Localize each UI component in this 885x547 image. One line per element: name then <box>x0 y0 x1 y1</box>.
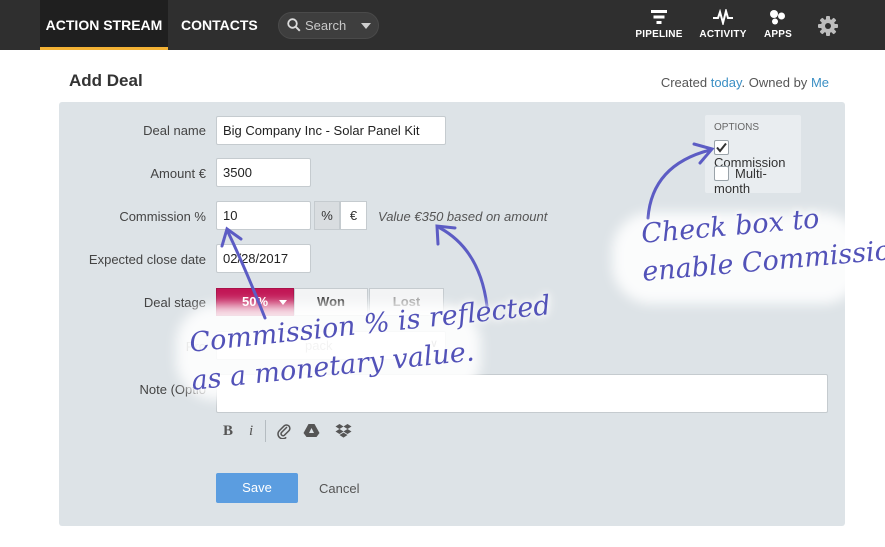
arrow-to-commission-hint <box>438 226 489 308</box>
arrow-to-commission-input <box>226 230 267 320</box>
